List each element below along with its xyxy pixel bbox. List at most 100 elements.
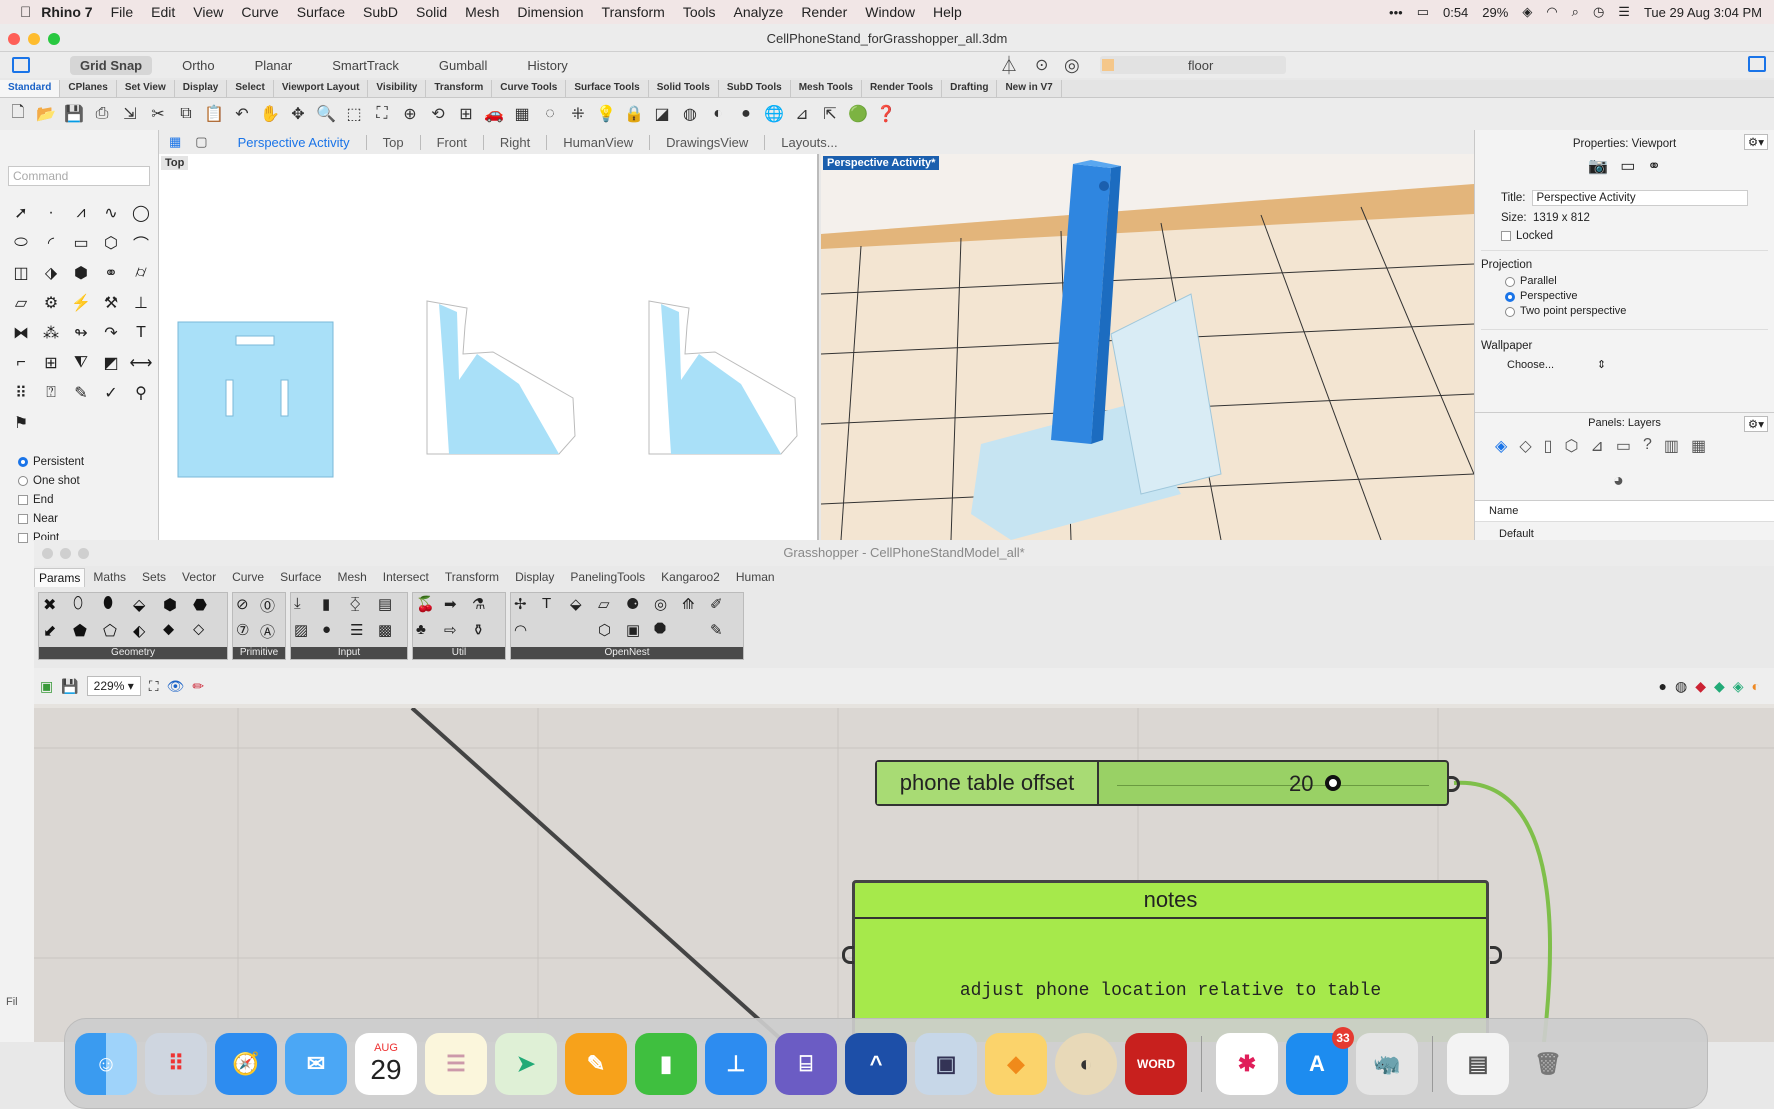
- current-layer-selector[interactable]: floor: [1100, 56, 1286, 74]
- word-app-icon[interactable]: WORD: [1125, 1032, 1187, 1095]
- slider-track[interactable]: 20: [1099, 762, 1447, 804]
- link-icon[interactable]: ⚭: [1647, 156, 1660, 176]
- menu-analyze[interactable]: Analyze: [734, 4, 784, 20]
- grid-layout-icon[interactable]: ▦: [159, 134, 191, 150]
- pan-icon[interactable]: ✋: [258, 102, 282, 126]
- grid-plane-icon[interactable]: ▦: [510, 102, 534, 126]
- move-view-icon[interactable]: ✥: [286, 102, 310, 126]
- locked-checkbox[interactable]: [1501, 231, 1511, 241]
- gh-nest-icon[interactable]: ✢: [514, 595, 542, 621]
- gh-graph-icon[interactable]: ▨: [294, 621, 322, 647]
- gh-wifi-icon[interactable]: ◠: [514, 621, 542, 647]
- tab-visibility[interactable]: Visibility: [368, 80, 427, 97]
- menu-help[interactable]: Help: [933, 4, 962, 20]
- gh-number-icon[interactable]: ⑦: [236, 621, 260, 647]
- preview-color-icon[interactable]: ◐: [1752, 678, 1760, 695]
- cube-icon[interactable]: ⬡: [1564, 436, 1578, 456]
- osnap-end[interactable]: End: [18, 490, 84, 509]
- osnap-persistent[interactable]: Persistent: [18, 452, 84, 471]
- gh-vector-icon[interactable]: ⬖: [133, 621, 163, 647]
- record-icon[interactable]: ◎: [1064, 55, 1080, 76]
- render-globe-icon[interactable]: 🌐: [762, 102, 786, 126]
- two-point-radio[interactable]: [1505, 306, 1515, 317]
- pointer-icon[interactable]: ➚: [6, 198, 36, 228]
- notes-panel-icon[interactable]: ▥: [1664, 436, 1679, 456]
- mirror-icon[interactable]: ⧨: [66, 348, 96, 378]
- color-wheel-icon[interactable]: ◍: [678, 102, 702, 126]
- layers-name-column[interactable]: Name: [1475, 500, 1774, 522]
- gh-import-icon[interactable]: ⤓: [294, 595, 322, 621]
- layout-panel-icon[interactable]: ▦: [1691, 436, 1706, 456]
- gh-tab-human[interactable]: Human: [728, 570, 783, 584]
- dimension-icon[interactable]: ⊿: [790, 102, 814, 126]
- gh-mesh-param-icon[interactable]: ⬠: [103, 621, 133, 647]
- single-layout-icon[interactable]: ▢: [191, 134, 221, 150]
- copy-icon[interactable]: ⧉: [174, 102, 198, 126]
- hammer-icon[interactable]: ⚒: [96, 288, 126, 318]
- menu-window[interactable]: Window: [865, 4, 915, 20]
- gh-tab-intersect[interactable]: Intersect: [375, 570, 437, 584]
- zoom-icon[interactable]: 🔍: [314, 102, 338, 126]
- check-icon[interactable]: ✓: [96, 378, 126, 408]
- search-icon[interactable]: ⌕: [1572, 4, 1579, 20]
- parallel-radio[interactable]: [1505, 276, 1515, 287]
- zoom-selected-icon[interactable]: ⊕: [398, 102, 422, 126]
- selected-preview-icon[interactable]: ◆: [1714, 678, 1725, 695]
- zoom-window-icon[interactable]: ⬚: [342, 102, 366, 126]
- edit-icon[interactable]: ✎: [66, 378, 96, 408]
- menu-render[interactable]: Render: [801, 4, 847, 20]
- tab-curve-tools[interactable]: Curve Tools: [492, 80, 567, 97]
- tab-humanview[interactable]: HumanView: [547, 134, 651, 150]
- tab-drafting[interactable]: Drafting: [942, 80, 998, 97]
- gh-tab-surface[interactable]: Surface: [272, 570, 329, 584]
- gh-flask-icon[interactable]: ⚱: [472, 621, 500, 647]
- smarttrack-toggle[interactable]: SmartTrack: [322, 56, 409, 75]
- tab-layouts[interactable]: Layouts...: [765, 135, 853, 150]
- wallpaper-choose-select[interactable]: Choose... ⇕: [1507, 358, 1774, 371]
- gumball-icon[interactable]: ⊙: [1035, 55, 1048, 75]
- gh-tab-sets[interactable]: Sets: [134, 570, 174, 584]
- gh-tab-kangaroo2[interactable]: Kangaroo2: [653, 570, 728, 584]
- app-menu[interactable]: Rhino 7: [41, 4, 92, 20]
- notes-app-icon[interactable]: ☰: [425, 1032, 487, 1095]
- import-icon[interactable]: ⇲: [118, 102, 142, 126]
- moon-app-icon[interactable]: ◐: [1055, 1032, 1117, 1095]
- light-icon[interactable]: 💡: [594, 102, 618, 126]
- gh-tree-icon[interactable]: ♣: [416, 621, 444, 647]
- end-checkbox[interactable]: [18, 494, 28, 505]
- layers-options-gear-icon[interactable]: ⚙▾: [1743, 416, 1768, 432]
- tab-set-view[interactable]: Set View: [117, 80, 175, 97]
- top-viewport[interactable]: Top: [159, 154, 819, 540]
- grasshopper-icon[interactable]: 🟢: [846, 102, 870, 126]
- safari-icon[interactable]: 🧭: [215, 1032, 277, 1095]
- tab-display[interactable]: Display: [175, 80, 228, 97]
- viewport-title-field[interactable]: Perspective Activity: [1531, 190, 1748, 206]
- osnap-one-shot[interactable]: One shot: [18, 471, 84, 490]
- lock-icon[interactable]: 🔒: [622, 102, 646, 126]
- gh-plane-icon[interactable]: ⬟: [73, 621, 103, 647]
- preview-eye-icon[interactable]: 👁: [167, 678, 185, 695]
- right-panel-toggle-icon[interactable]: [1748, 56, 1766, 72]
- ellipse-icon[interactable]: ⬭: [6, 228, 36, 258]
- tab-perspective-activity[interactable]: Perspective Activity: [222, 134, 367, 150]
- keynote-icon[interactable]: ⊥: [705, 1032, 767, 1095]
- menu-dimension[interactable]: Dimension: [517, 4, 583, 20]
- gh-zoom-button[interactable]: [78, 548, 89, 559]
- gear-icon[interactable]: ⚙: [36, 288, 66, 318]
- trim-icon[interactable]: ↬: [66, 318, 96, 348]
- text-icon[interactable]: T: [126, 318, 156, 348]
- perspective-viewport[interactable]: Perspective Activity*: [821, 154, 1474, 540]
- launchpad-icon[interactable]: ⠿: [145, 1032, 207, 1095]
- mail-icon[interactable]: ✉: [285, 1032, 347, 1095]
- render-tool-icon[interactable]: ⚑: [6, 408, 36, 438]
- menu-tools[interactable]: Tools: [683, 4, 716, 20]
- two-point-option[interactable]: Two point perspective: [1505, 304, 1774, 319]
- properties-icon[interactable]: ⍰: [36, 378, 66, 408]
- gh-circles-icon[interactable]: ⚈: [626, 595, 654, 621]
- gh-data-dam-icon[interactable]: ⚗: [472, 595, 500, 621]
- menu-subd[interactable]: SubD: [363, 4, 398, 20]
- maps-icon[interactable]: ➤: [495, 1032, 557, 1095]
- block-icon[interactable]: ◩: [96, 348, 126, 378]
- gh-button-icon[interactable]: ●: [322, 621, 350, 647]
- grid-snap-toggle[interactable]: Grid Snap: [70, 55, 153, 75]
